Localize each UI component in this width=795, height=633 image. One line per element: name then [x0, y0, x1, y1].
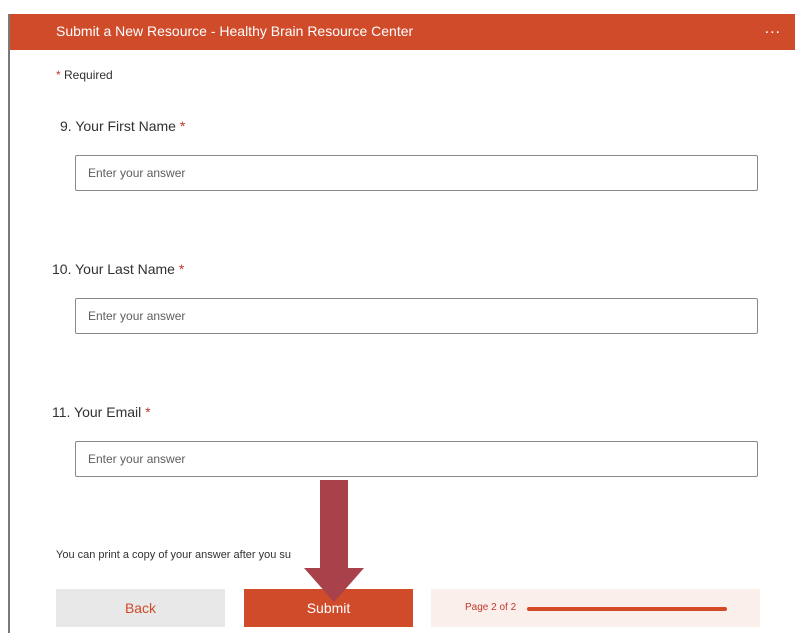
first-name-input[interactable] — [75, 155, 758, 191]
form-title: Submit a New Resource - Healthy Brain Re… — [56, 23, 414, 39]
form-window: Submit a New Resource - Healthy Brain Re… — [8, 14, 795, 633]
required-label: Required — [64, 68, 113, 82]
required-asterisk: * — [178, 261, 185, 277]
question-first-name-label: 9. Your First Name * — [60, 118, 185, 134]
question-label-text: 10. Your Last Name — [52, 261, 175, 277]
form-header: Submit a New Resource - Healthy Brain Re… — [10, 14, 795, 50]
required-asterisk: * — [56, 68, 61, 82]
required-asterisk: * — [179, 118, 186, 134]
question-email-label: 11. Your Email * — [52, 404, 151, 420]
required-asterisk: * — [145, 404, 151, 420]
question-last-name-label: 10. Your Last Name * — [52, 261, 184, 277]
question-label-text: 9. Your First Name — [60, 118, 176, 134]
page-indicator: Page 2 of 2 — [431, 589, 760, 627]
email-input[interactable] — [75, 441, 758, 477]
required-note: * Required — [56, 68, 113, 82]
page-indicator-text: Page 2 of 2 — [465, 602, 517, 613]
down-arrow-icon — [304, 480, 364, 602]
progress-bar — [527, 607, 727, 611]
progress-bar-fill — [527, 607, 727, 611]
more-options-icon[interactable]: ... — [765, 20, 781, 38]
back-button[interactable]: Back — [56, 589, 225, 627]
question-label-text: 11. Your Email — [52, 404, 142, 420]
print-copy-note: You can print a copy of your answer afte… — [56, 549, 292, 561]
last-name-input[interactable] — [75, 298, 758, 334]
